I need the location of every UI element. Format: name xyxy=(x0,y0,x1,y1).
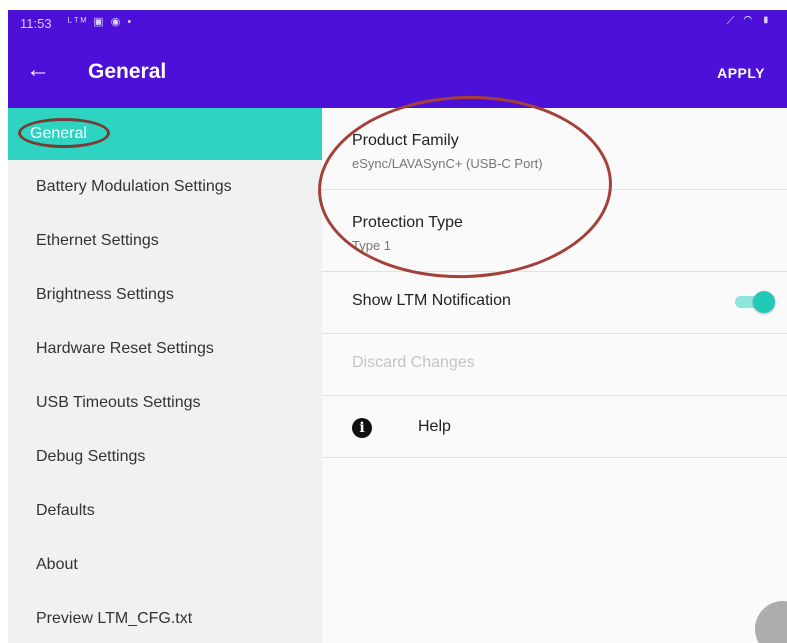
discard-changes-label: Discard Changes xyxy=(352,354,475,371)
sidebar-item-battery-modulation[interactable]: Battery Modulation Settings xyxy=(8,160,322,214)
sidebar-item-label: About xyxy=(36,556,78,573)
help-item[interactable]: i Help xyxy=(322,396,787,458)
sidebar-item-label: Preview LTM_CFG.txt xyxy=(36,610,193,627)
sidebar-item-defaults[interactable]: Defaults xyxy=(8,484,322,538)
protection-type-title: Protection Type xyxy=(352,214,463,231)
sidebar-item-general[interactable]: General xyxy=(8,108,322,160)
sidebar-item-preview-ltm-cfg[interactable]: Preview LTM_CFG.txt xyxy=(8,592,322,643)
page-title: General xyxy=(88,60,167,83)
product-family-title: Product Family xyxy=(352,132,459,149)
product-family-value: eSync/LAVASynC+ (USB-C Port) xyxy=(352,156,543,171)
status-bar: 11:53 ᴸᵀᴹ ▣ ◉ • ⟋ ◠ ▮ xyxy=(8,10,787,36)
toggle-thumb xyxy=(753,291,775,313)
app-window: 11:53 ᴸᵀᴹ ▣ ◉ • ⟋ ◠ ▮ ← General APPLY Ge… xyxy=(8,10,787,643)
show-ltm-notification-label: Show LTM Notification xyxy=(352,292,511,309)
info-icon: i xyxy=(352,418,372,438)
sidebar-item-ethernet[interactable]: Ethernet Settings xyxy=(8,214,322,268)
sidebar-item-hardware-reset[interactable]: Hardware Reset Settings xyxy=(8,322,322,376)
floating-action-button[interactable] xyxy=(755,601,787,643)
show-ltm-notification-setting[interactable]: Show LTM Notification xyxy=(322,272,787,334)
sidebar-item-label: Brightness Settings xyxy=(36,286,174,303)
discard-changes-button[interactable]: Discard Changes xyxy=(322,334,787,396)
sidebar-item-label: USB Timeouts Settings xyxy=(36,394,201,411)
annotation-circle xyxy=(18,118,110,148)
sidebar-item-label: Defaults xyxy=(36,502,95,519)
settings-content: Product Family eSync/LAVASynC+ (USB-C Po… xyxy=(314,90,787,643)
app-bar: ← General APPLY xyxy=(8,36,787,108)
status-left-icons: ᴸᵀᴹ ▣ ◉ • xyxy=(68,16,134,28)
sidebar-item-label: Debug Settings xyxy=(36,448,146,465)
status-time: 11:53 xyxy=(20,16,52,31)
sidebar-item-label: Battery Modulation Settings xyxy=(36,178,232,195)
apply-button[interactable]: APPLY xyxy=(717,65,765,81)
sidebar-item-brightness[interactable]: Brightness Settings xyxy=(8,268,322,322)
sidebar-item-about[interactable]: About xyxy=(8,538,322,592)
protection-type-setting[interactable]: Protection Type Type 1 xyxy=(322,190,787,272)
product-family-setting[interactable]: Product Family eSync/LAVASynC+ (USB-C Po… xyxy=(322,108,787,190)
show-ltm-notification-toggle[interactable] xyxy=(735,291,775,313)
back-arrow-icon[interactable]: ← xyxy=(26,56,50,84)
sidebar-item-debug[interactable]: Debug Settings xyxy=(8,430,322,484)
status-right-icons: ⟋ ◠ ▮ xyxy=(726,15,773,27)
settings-sidebar: General Battery Modulation Settings Ethe… xyxy=(8,108,322,643)
sidebar-item-label: Ethernet Settings xyxy=(36,232,159,249)
help-label: Help xyxy=(418,418,451,435)
sidebar-item-label: Hardware Reset Settings xyxy=(36,340,214,357)
protection-type-value: Type 1 xyxy=(352,238,392,253)
sidebar-item-usb-timeouts[interactable]: USB Timeouts Settings xyxy=(8,376,322,430)
